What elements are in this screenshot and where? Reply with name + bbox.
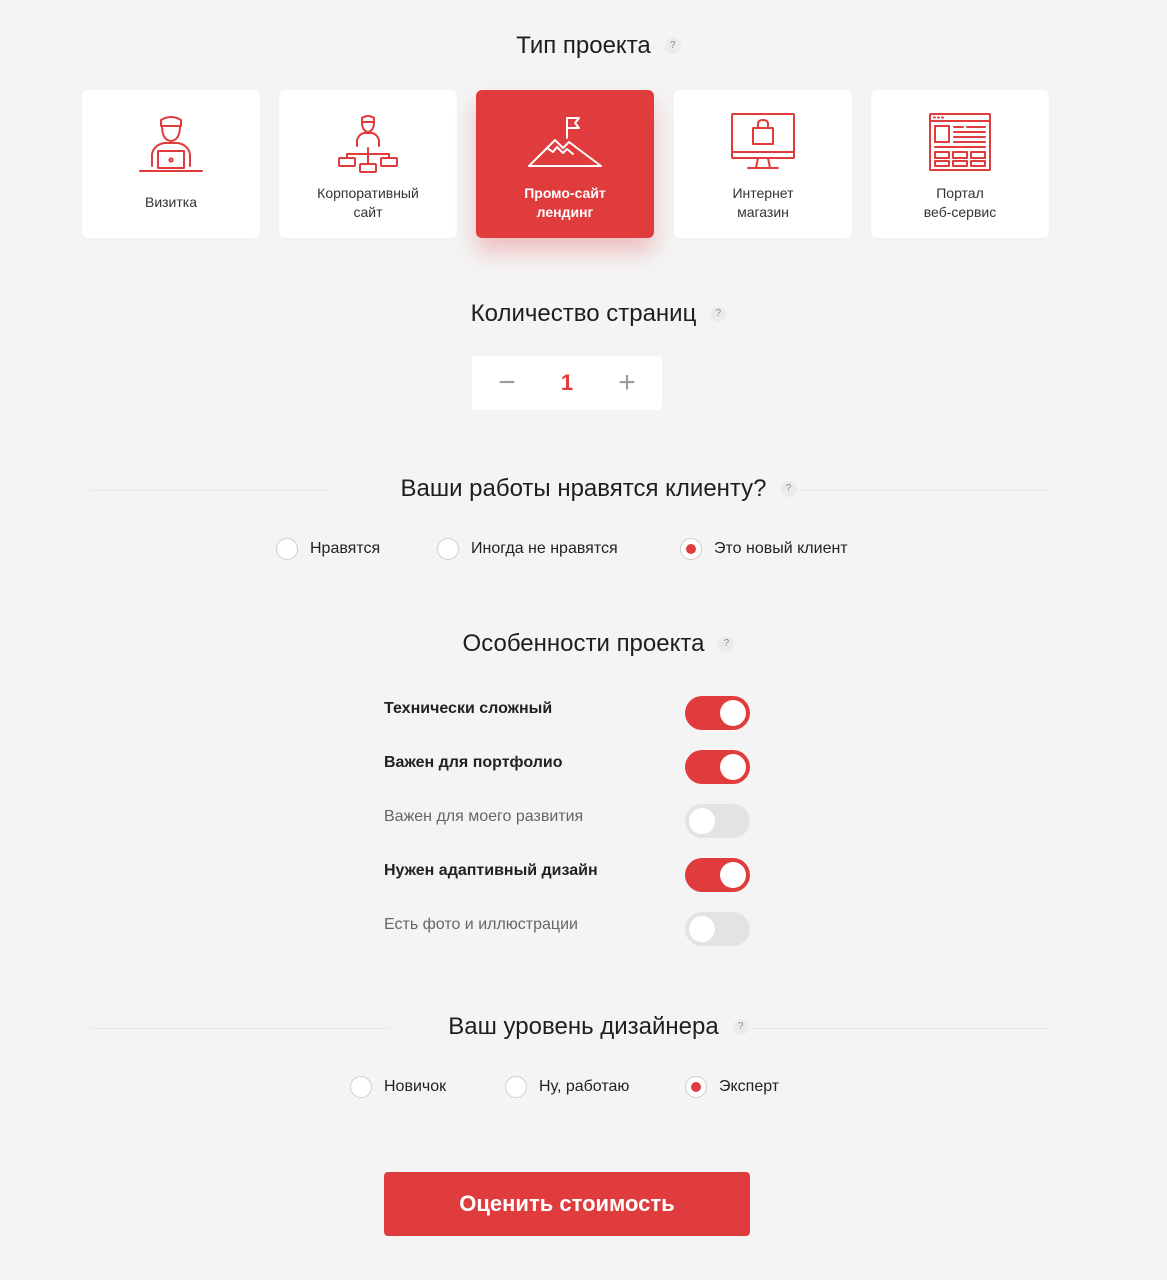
radio-label: Новичок [384, 1078, 447, 1095]
decrement-button[interactable]: − [482, 356, 532, 410]
radio-label: Это новый клиент [714, 540, 848, 557]
help-icon[interactable]: ? [718, 636, 735, 652]
radio-client-new[interactable]: Это новый клиент [680, 538, 848, 560]
toggle-knob [720, 862, 746, 888]
card-label-line2: лендинг [536, 204, 594, 220]
card-label-line2: веб-сервис [923, 204, 997, 220]
feature-label: Нужен адаптивный дизайн [384, 862, 598, 879]
card-label-line1: Визитка [144, 194, 198, 210]
card-korporativny[interactable]: Корпоративный сайт [279, 90, 457, 238]
radio-client-sometimes[interactable]: Иногда не нравятся [437, 538, 618, 560]
org-structure-icon [279, 112, 457, 176]
feature-label: Технически сложный [384, 700, 553, 717]
radio-circle[interactable] [680, 538, 702, 560]
radio-circle[interactable] [350, 1076, 372, 1098]
pages-stepper: − 1 + [472, 356, 662, 410]
feature-adaptive-design: Нужен адаптивный дизайн [384, 858, 750, 892]
radio-label: Иногда не нравятся [471, 540, 618, 557]
estimate-cost-button[interactable]: Оценить стоимость [384, 1172, 750, 1236]
card-promo-landing[interactable]: Промо-сайт лендинг [476, 90, 654, 238]
toggle-switch[interactable] [685, 804, 750, 838]
card-label-line1: Промо-сайт [524, 185, 606, 201]
help-icon[interactable]: ? [664, 38, 681, 54]
toggle-knob [689, 808, 715, 834]
feature-portfolio: Важен для портфолио [384, 750, 750, 784]
toggle-switch[interactable] [685, 750, 750, 784]
toggle-switch[interactable] [685, 696, 750, 730]
pages-heading: Количество страниц? [0, 300, 1167, 328]
web-layout-icon [871, 112, 1049, 176]
card-label-line1: Корпоративный [317, 185, 419, 201]
feature-photos: Есть фото и иллюстрации [384, 912, 750, 946]
radio-circle[interactable] [437, 538, 459, 560]
radio-client-likes[interactable]: Нравятся [276, 538, 380, 560]
radio-level-beginner[interactable]: Новичок [350, 1076, 446, 1098]
mountain-flag-icon [476, 112, 654, 176]
card-label-line1: Интернет [732, 185, 794, 201]
features-heading: Особенности проекта? [0, 630, 1167, 658]
person-laptop-icon [82, 112, 260, 176]
feature-technically-complex: Технически сложный [384, 696, 750, 730]
radio-level-working[interactable]: Ну, работаю [505, 1076, 629, 1098]
monitor-bag-icon [674, 112, 852, 176]
pages-count[interactable]: 1 [532, 356, 602, 410]
feature-label: Важен для портфолио [384, 754, 563, 771]
feature-development: Важен для моего развития [384, 804, 750, 838]
client-heading: Ваши работы нравятся клиенту?? [0, 475, 1167, 503]
toggle-knob [689, 916, 715, 942]
features-title: Особенности проекта [462, 630, 705, 657]
help-icon[interactable]: ? [780, 481, 797, 497]
toggle-knob [720, 754, 746, 780]
project-type-heading: Тип проекта? [0, 32, 1167, 60]
toggle-switch[interactable] [685, 912, 750, 946]
card-internet-magazin[interactable]: Интернет магазин [674, 90, 852, 238]
help-icon[interactable]: ? [710, 306, 727, 322]
level-heading: Ваш уровень дизайнера? [0, 1013, 1167, 1041]
feature-label: Есть фото и иллюстрации [384, 916, 578, 933]
increment-button[interactable]: + [602, 356, 652, 410]
radio-label: Ну, работаю [539, 1078, 630, 1095]
client-title: Ваши работы нравятся клиенту? [400, 475, 767, 502]
radio-label: Эксперт [719, 1078, 780, 1095]
card-portal[interactable]: Портал веб-сервис [871, 90, 1049, 238]
card-label-line2: сайт [353, 204, 383, 220]
radio-circle[interactable] [505, 1076, 527, 1098]
toggle-switch[interactable] [685, 858, 750, 892]
radio-label: Нравятся [310, 540, 381, 557]
radio-circle[interactable] [276, 538, 298, 560]
pages-title: Количество страниц [470, 300, 697, 327]
help-icon[interactable]: ? [732, 1019, 749, 1035]
card-label-line1: Портал [936, 185, 984, 201]
radio-circle[interactable] [685, 1076, 707, 1098]
radio-level-expert[interactable]: Эксперт [685, 1076, 779, 1098]
toggle-knob [720, 700, 746, 726]
feature-label: Важен для моего развития [384, 808, 584, 825]
card-vizitka[interactable]: Визитка [82, 90, 260, 238]
project-type-title: Тип проекта [516, 32, 651, 59]
level-title: Ваш уровень дизайнера [448, 1013, 719, 1040]
card-label-line2: магазин [737, 204, 789, 220]
